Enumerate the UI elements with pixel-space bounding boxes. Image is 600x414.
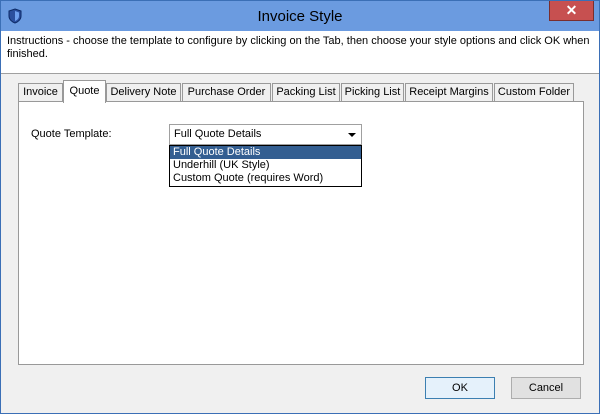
tab-picking-list[interactable]: Picking List (341, 83, 404, 101)
tab-invoice[interactable]: Invoice (18, 83, 63, 101)
cancel-button[interactable]: Cancel (511, 377, 581, 399)
separator (1, 73, 599, 74)
tab-quote[interactable]: Quote (63, 80, 106, 103)
quote-template-value: Full Quote Details (174, 128, 262, 140)
quote-template-dropdown: Full Quote Details Underhill (UK Style) … (169, 145, 362, 187)
tab-custom-folder[interactable]: Custom Folder (494, 83, 574, 101)
window-title: Invoice Style (257, 8, 343, 25)
close-button[interactable]: ✕ (549, 1, 594, 21)
tab-purchase-order[interactable]: Purchase Order (182, 83, 271, 101)
option-underhill-uk-style[interactable]: Underhill (UK Style) (170, 159, 361, 172)
tab-packing-list[interactable]: Packing List (272, 83, 340, 101)
ok-button[interactable]: OK (425, 377, 495, 399)
quote-template-label: Quote Template: (31, 128, 112, 140)
option-custom-quote[interactable]: Custom Quote (requires Word) (170, 172, 361, 185)
tab-delivery-note[interactable]: Delivery Note (106, 83, 181, 101)
title-bar[interactable]: Invoice Style ✕ (1, 1, 599, 31)
quote-template-select[interactable]: Full Quote Details (169, 124, 362, 145)
instructions-text: Instructions - choose the template to co… (7, 35, 590, 60)
chevron-down-icon[interactable] (348, 133, 356, 137)
option-full-quote-details[interactable]: Full Quote Details (170, 146, 361, 159)
quote-tab-panel: Quote Template: Full Quote Details Full … (18, 101, 584, 365)
invoice-style-dialog: Invoice Style ✕ Instructions - choose th… (0, 0, 600, 414)
tab-receipt-margins[interactable]: Receipt Margins (405, 83, 493, 101)
close-icon: ✕ (565, 2, 578, 18)
instructions-area: Instructions - choose the template to co… (1, 31, 599, 73)
